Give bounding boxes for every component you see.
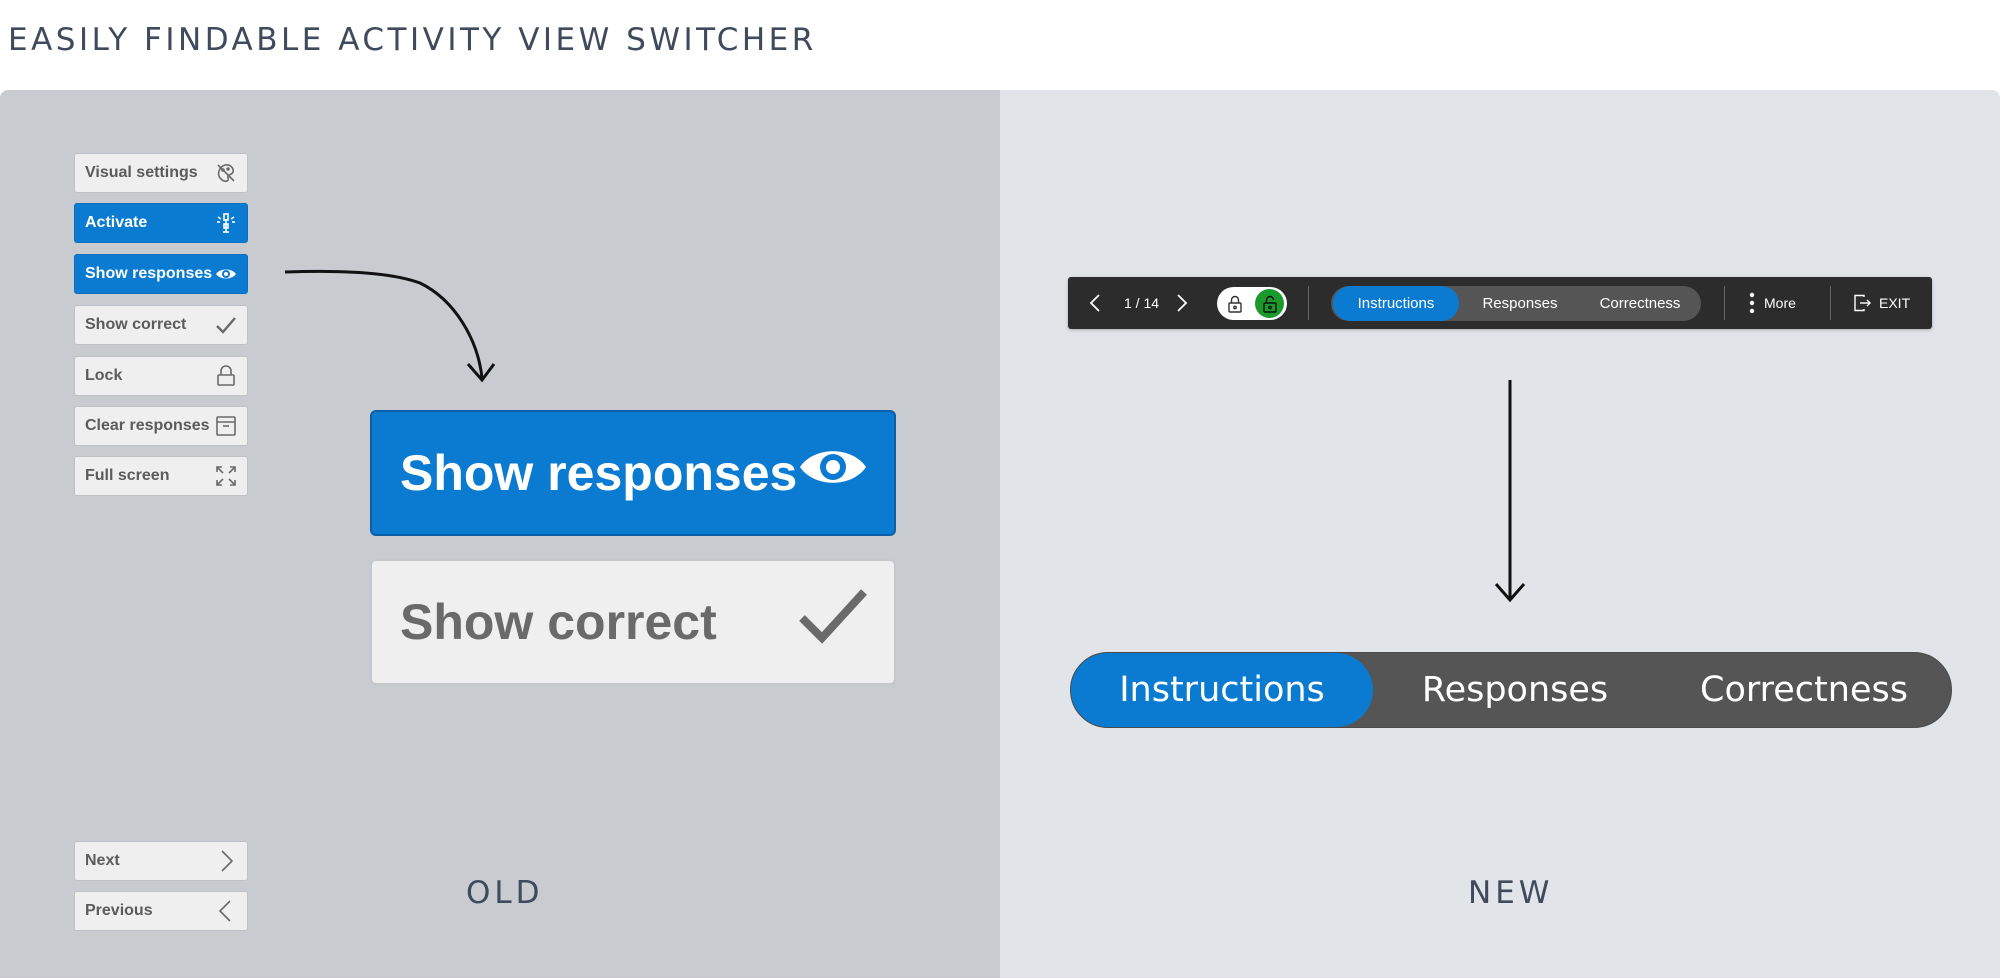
prev-page-button[interactable]	[1088, 277, 1102, 329]
unlock-button[interactable]	[1255, 289, 1284, 318]
lock-toggle	[1217, 287, 1287, 320]
chevron-left-icon	[1089, 294, 1100, 312]
lock-button[interactable]	[1220, 289, 1249, 318]
exit-label: EXIT	[1879, 295, 1911, 311]
activity-toolbar: 1 / 14 Instructions Responses Correctnes…	[1068, 277, 1932, 329]
more-label: More	[1764, 295, 1796, 311]
exit-icon	[1854, 294, 1871, 312]
new-label: NEW	[1468, 875, 1554, 911]
tab-correctness[interactable]: Correctness	[1581, 286, 1699, 321]
view-switcher: Instructions Responses Correctness	[1331, 286, 1701, 321]
unlock-icon	[1262, 295, 1277, 313]
tab-responses[interactable]: Responses	[1461, 286, 1579, 321]
tab-responses[interactable]: Responses	[1373, 653, 1657, 727]
lock-icon	[1227, 295, 1242, 313]
arrows-overlay	[284, 269, 1526, 603]
chevron-right-icon	[1177, 294, 1188, 312]
tab-correctness[interactable]: Correctness	[1657, 653, 1951, 727]
next-page-button[interactable]	[1175, 277, 1189, 329]
tab-instructions[interactable]: Instructions	[1071, 653, 1373, 727]
tab-instructions[interactable]: Instructions	[1333, 286, 1459, 321]
more-button[interactable]: More	[1748, 277, 1796, 329]
page-counter: 1 / 14	[1124, 295, 1160, 311]
old-label: OLD	[466, 875, 544, 911]
toolbar-divider	[1308, 286, 1309, 320]
more-vertical-icon	[1749, 292, 1755, 314]
exit-button[interactable]: EXIT	[1853, 277, 1910, 329]
toolbar-divider	[1830, 286, 1831, 320]
toolbar-divider	[1724, 286, 1725, 320]
curved-arrow	[284, 269, 484, 379]
zoomed-view-switcher: Instructions Responses Correctness	[1070, 652, 1952, 728]
